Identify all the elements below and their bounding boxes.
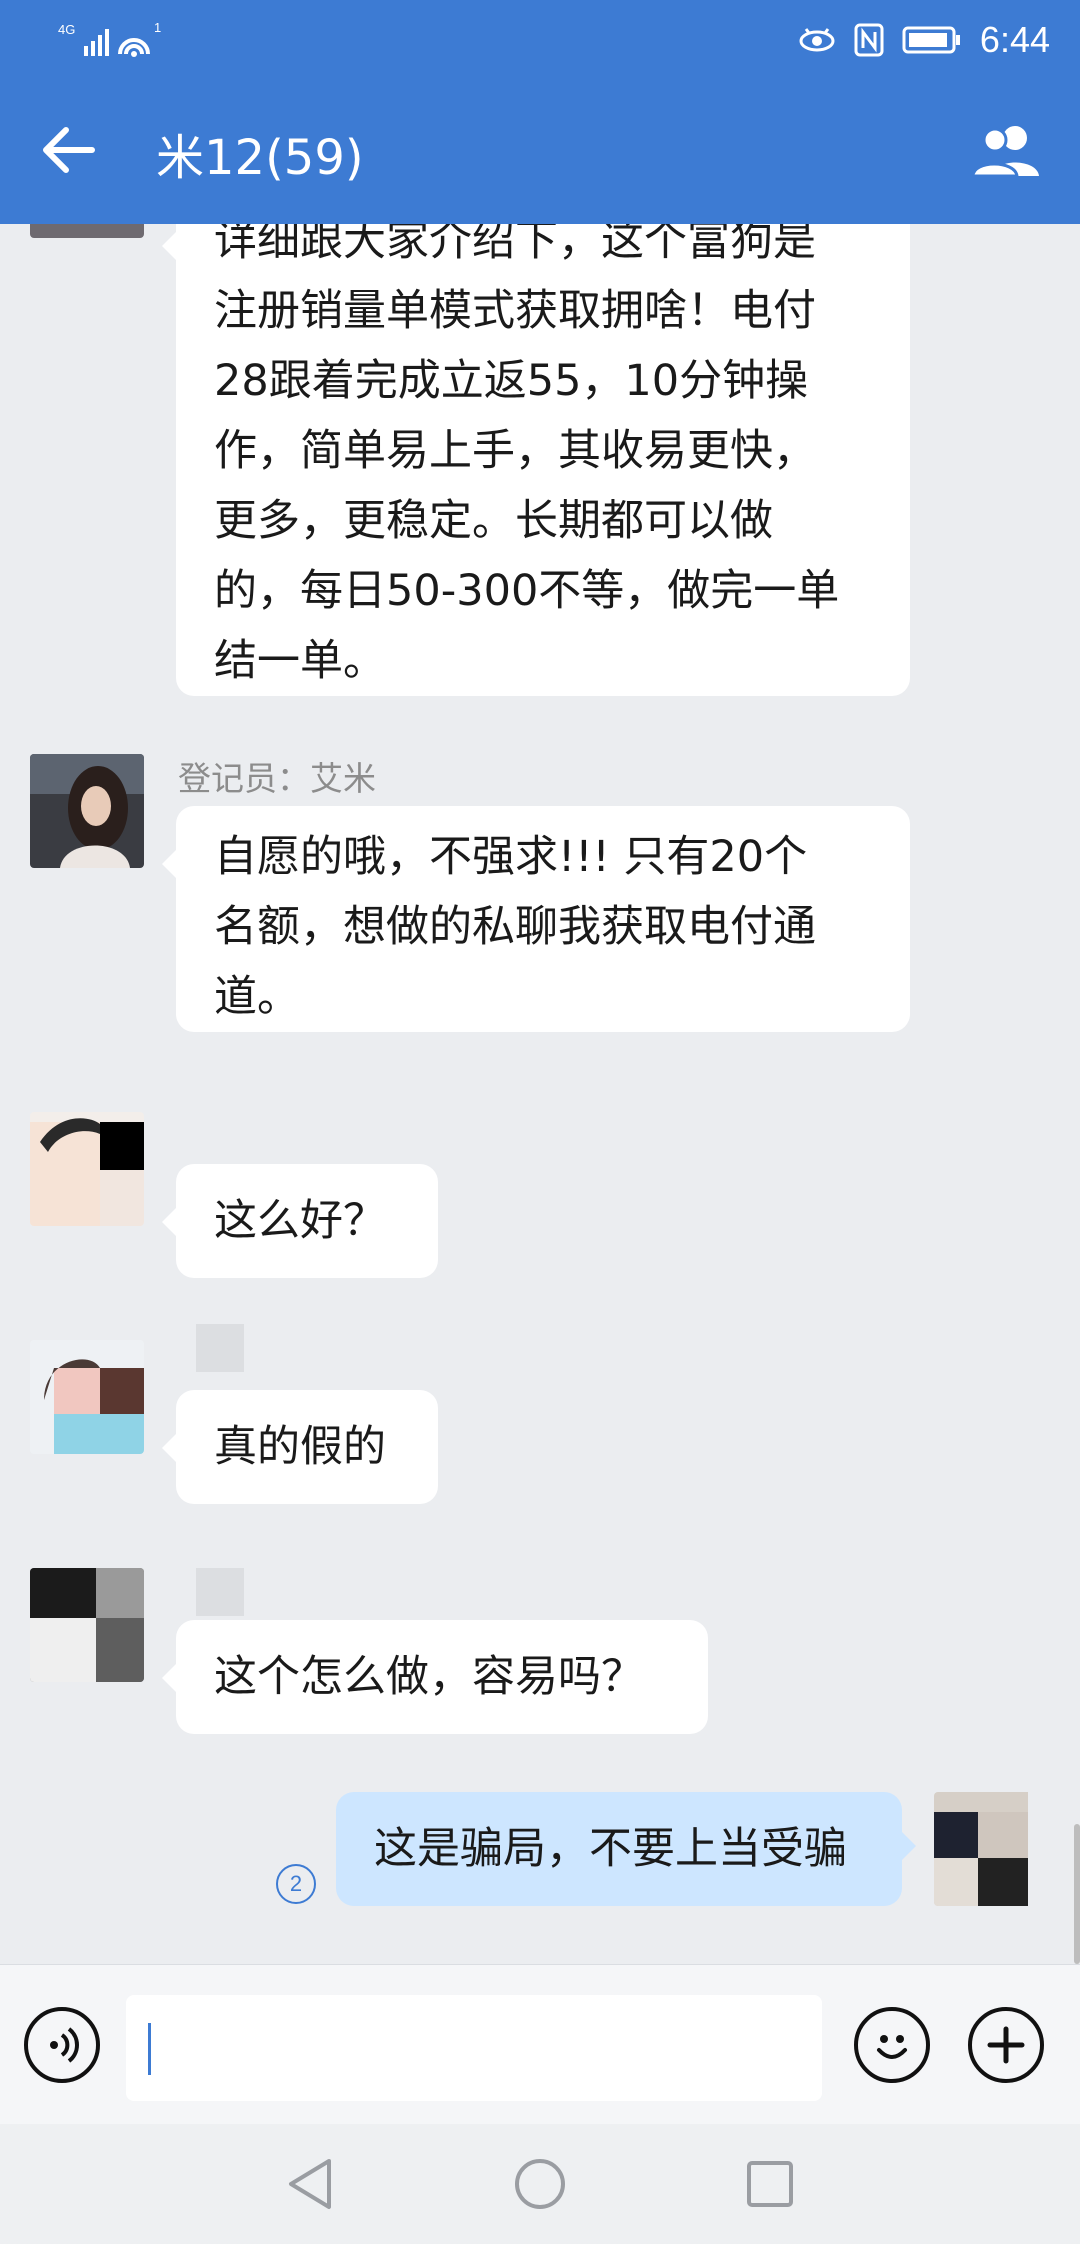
signal-icon: 4G 1 (58, 20, 161, 57)
title-bar: 米12(59) (0, 80, 1080, 224)
nav-back-icon (289, 2159, 331, 2209)
sender-name: 登记员：艾米 (178, 759, 376, 798)
chat-title: 米12(59) (156, 130, 364, 186)
avatar[interactable] (30, 1112, 144, 1226)
avatar[interactable] (30, 224, 144, 238)
nav-back-button[interactable] (280, 2154, 340, 2214)
group-members-icon (971, 126, 1039, 178)
message-list[interactable]: 详细跟大家介绍下，这个富狗是 注册销量单模式获取拥啥！电付 28跟着完成立返55… (0, 224, 1080, 1964)
read-count-badge[interactable]: 2 (276, 1864, 316, 1904)
scrollbar[interactable] (1074, 1824, 1080, 1964)
voice-input-button[interactable] (24, 2007, 100, 2083)
plus-icon (987, 2026, 1025, 2064)
avatar[interactable] (934, 1792, 1048, 1906)
avatar[interactable] (30, 1340, 144, 1454)
avatar[interactable] (30, 754, 144, 868)
emoji-button[interactable] (854, 2007, 930, 2083)
text-cursor (148, 2023, 151, 2075)
nav-home-button[interactable] (510, 2154, 570, 2214)
sender-name (196, 1324, 244, 1372)
status-bar: 4G 1 6:44 (0, 0, 1080, 80)
nav-recents-icon (747, 2161, 793, 2207)
eye-comfort-icon (799, 28, 835, 52)
message-bubble[interactable]: 这个怎么做，容易吗？ (162, 1620, 708, 1734)
avatar[interactable] (30, 1568, 144, 1682)
nav-recents-button[interactable] (740, 2154, 800, 2214)
message-input[interactable] (126, 1995, 822, 2101)
battery-icon (902, 26, 960, 54)
top-bar: 4G 1 6:44 米12(59) (0, 0, 1080, 224)
message-bubble[interactable]: 自愿的哦，不强求!!! 只有20个 名额，想做的私聊我获取电付通 道。 (162, 806, 910, 1032)
arrow-left-icon (43, 127, 95, 173)
message-bubble-outgoing[interactable]: 这是骗局，不要上当受骗 (336, 1792, 916, 1906)
system-nav-bar (0, 2124, 1080, 2244)
back-button[interactable] (28, 110, 108, 190)
nav-home-icon (515, 2159, 565, 2209)
svg-text:4G: 4G (58, 22, 75, 37)
message-bubble[interactable]: 这么好？ (162, 1164, 438, 1278)
message-bubble[interactable]: 详细跟大家介绍下，这个富狗是 注册销量单模式获取拥啥！电付 28跟着完成立返55… (162, 224, 910, 696)
group-members-button[interactable] (962, 110, 1052, 190)
svg-text:1: 1 (154, 20, 161, 35)
clock-time: 6:44 (979, 19, 1050, 60)
input-bar (0, 1964, 1080, 2125)
status-icons: 6:44 (798, 12, 1050, 68)
voice-input-icon (50, 2027, 79, 2063)
nfc-icon (854, 23, 884, 57)
more-options-button[interactable] (968, 2007, 1044, 2083)
message-bubble[interactable]: 真的假的 (162, 1390, 438, 1504)
sender-name (196, 1568, 244, 1616)
emoji-icon (877, 2035, 907, 2059)
